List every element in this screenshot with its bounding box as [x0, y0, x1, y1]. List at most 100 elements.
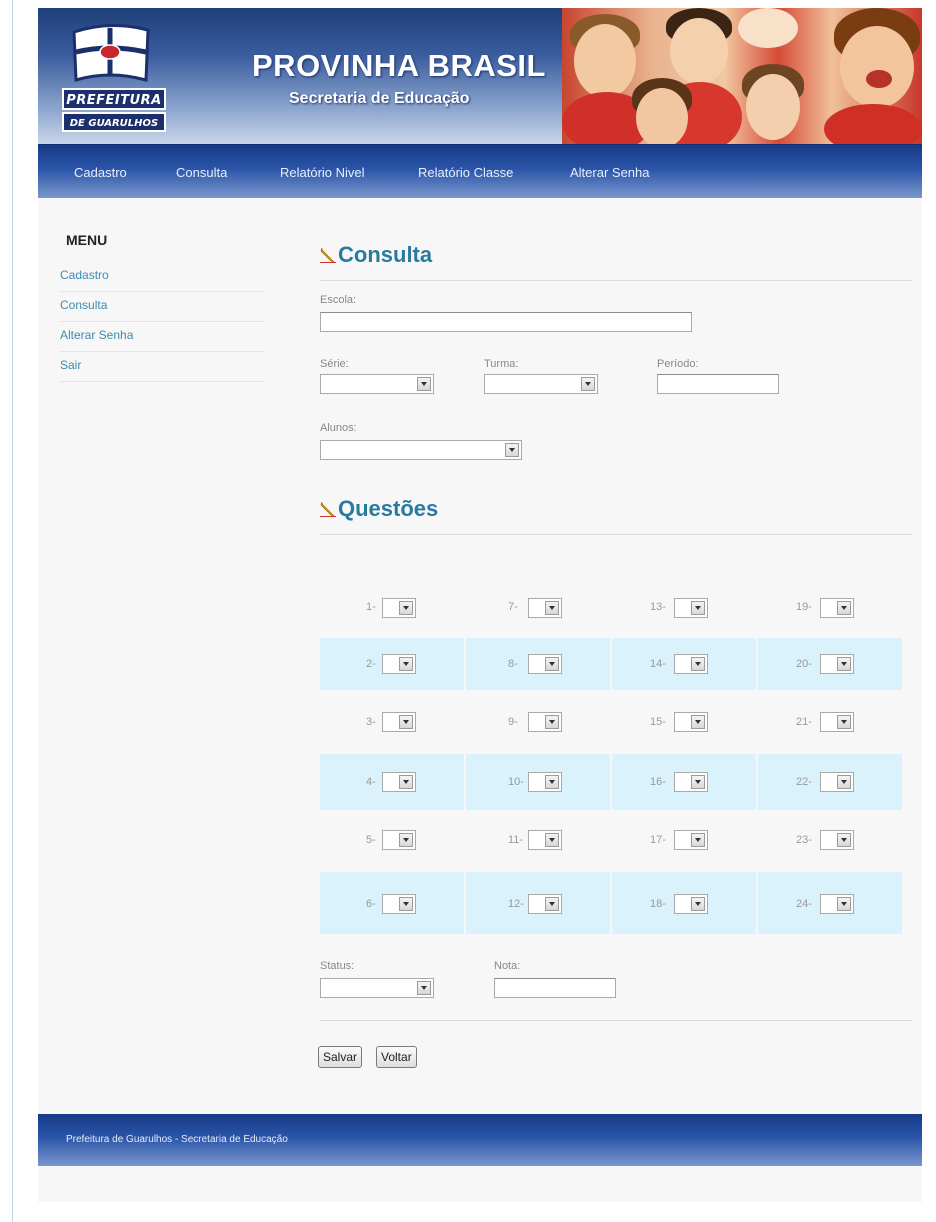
prefeitura-logo[interactable]: PREFEITURA DE GUARULHOS	[62, 22, 166, 134]
question-cell: 16-	[612, 754, 756, 810]
question-9-select[interactable]	[528, 712, 562, 732]
question-16-select[interactable]	[674, 772, 708, 792]
question-17-select[interactable]	[674, 830, 708, 850]
sidebar-item-consulta[interactable]: Consulta	[60, 292, 264, 322]
chevron-down-icon[interactable]	[837, 657, 851, 671]
nav-item-cadastro[interactable]: Cadastro	[74, 165, 127, 180]
question-4-select[interactable]	[382, 772, 416, 792]
nav-item-relatorio-classe[interactable]: Relatório Classe	[418, 165, 513, 180]
question-number: 1-	[366, 601, 376, 613]
question-13-select[interactable]	[674, 598, 708, 618]
question-19-select[interactable]	[820, 598, 854, 618]
question-14-select[interactable]	[674, 654, 708, 674]
question-number: 4-	[366, 776, 376, 788]
chevron-down-icon[interactable]	[837, 833, 851, 847]
chevron-down-icon[interactable]	[691, 775, 705, 789]
periodo-input[interactable]	[657, 374, 779, 394]
status-select[interactable]	[320, 978, 434, 998]
question-row: 1- 7- 13- 19-	[320, 580, 900, 636]
question-6-select[interactable]	[382, 894, 416, 914]
nota-input[interactable]	[494, 978, 616, 998]
question-15-select[interactable]	[674, 712, 708, 732]
alunos-select[interactable]	[320, 440, 522, 460]
question-number: 14-	[650, 658, 666, 670]
question-21-select[interactable]	[820, 712, 854, 732]
chevron-down-icon[interactable]	[399, 657, 413, 671]
chevron-down-icon[interactable]	[545, 601, 559, 615]
chevron-down-icon[interactable]	[545, 833, 559, 847]
chevron-down-icon[interactable]	[545, 897, 559, 911]
question-cell: 6-	[320, 872, 464, 934]
question-23-select[interactable]	[820, 830, 854, 850]
question-number: 22-	[796, 776, 812, 788]
periodo-label: Período:	[657, 358, 699, 370]
question-number: 17-	[650, 834, 666, 846]
nav-item-alterar-senha[interactable]: Alterar Senha	[570, 165, 650, 180]
chevron-down-icon[interactable]	[417, 981, 431, 995]
chevron-down-icon[interactable]	[399, 897, 413, 911]
chevron-down-icon[interactable]	[581, 377, 595, 391]
question-cell: 12-	[466, 872, 610, 934]
questoes-title: Questões	[338, 496, 439, 521]
escola-input[interactable]	[320, 312, 692, 332]
questoes-heading: Questões	[320, 496, 438, 522]
question-number: 10-	[508, 776, 524, 788]
chevron-down-icon[interactable]	[399, 715, 413, 729]
save-button[interactable]: Salvar	[318, 1046, 363, 1068]
question-cell: 7-	[466, 580, 610, 636]
chevron-down-icon[interactable]	[691, 601, 705, 615]
chevron-down-icon[interactable]	[691, 657, 705, 671]
question-7-select[interactable]	[528, 598, 562, 618]
question-18-select[interactable]	[674, 894, 708, 914]
chevron-down-icon[interactable]	[837, 897, 851, 911]
question-number: 16-	[650, 776, 666, 788]
question-12-select[interactable]	[528, 894, 562, 914]
question-20-select[interactable]	[820, 654, 854, 674]
question-cell: 10-	[466, 754, 610, 810]
sidebar-item-sair[interactable]: Sair	[60, 352, 264, 382]
question-5-select[interactable]	[382, 830, 416, 850]
question-8-select[interactable]	[528, 654, 562, 674]
logo-text-prefeitura: PREFEITURA	[62, 88, 166, 110]
question-24-select[interactable]	[820, 894, 854, 914]
question-11-select[interactable]	[528, 830, 562, 850]
chevron-down-icon[interactable]	[505, 443, 519, 457]
chevron-down-icon[interactable]	[545, 775, 559, 789]
chevron-down-icon[interactable]	[837, 715, 851, 729]
question-3-select[interactable]	[382, 712, 416, 732]
chevron-down-icon[interactable]	[691, 715, 705, 729]
chevron-down-icon[interactable]	[837, 601, 851, 615]
status-label: Status:	[320, 960, 355, 972]
question-2-select[interactable]	[382, 654, 416, 674]
divider	[320, 534, 912, 535]
question-row: 6- 12- 18- 24-	[320, 872, 902, 934]
question-10-select[interactable]	[528, 772, 562, 792]
chevron-down-icon[interactable]	[545, 715, 559, 729]
serie-select[interactable]	[320, 374, 434, 394]
question-22-select[interactable]	[820, 772, 854, 792]
question-cell: 19-	[758, 580, 902, 636]
question-number: 13-	[650, 601, 666, 613]
chevron-down-icon[interactable]	[691, 897, 705, 911]
nav-item-consulta[interactable]: Consulta	[176, 165, 227, 180]
question-number: 20-	[796, 658, 812, 670]
question-number: 7-	[508, 601, 518, 613]
chevron-down-icon[interactable]	[691, 833, 705, 847]
sidebar-item-cadastro[interactable]: Cadastro	[60, 262, 264, 292]
chevron-down-icon[interactable]	[399, 601, 413, 615]
chevron-down-icon[interactable]	[837, 775, 851, 789]
chevron-down-icon[interactable]	[399, 833, 413, 847]
back-button[interactable]: Voltar	[376, 1046, 417, 1068]
chevron-down-icon[interactable]	[417, 377, 431, 391]
turma-select[interactable]	[484, 374, 598, 394]
consulta-title: Consulta	[338, 242, 433, 267]
chevron-down-icon[interactable]	[399, 775, 413, 789]
sidebar-item-alterar-senha[interactable]: Alterar Senha	[60, 322, 264, 352]
nav-item-relatorio-nivel[interactable]: Relatório Nivel	[280, 165, 365, 180]
question-cell: 23-	[758, 812, 902, 870]
question-cell: 15-	[612, 692, 756, 752]
chevron-down-icon[interactable]	[545, 657, 559, 671]
question-cell: 11-	[466, 812, 610, 870]
question-1-select[interactable]	[382, 598, 416, 618]
question-number: 12-	[508, 898, 524, 910]
